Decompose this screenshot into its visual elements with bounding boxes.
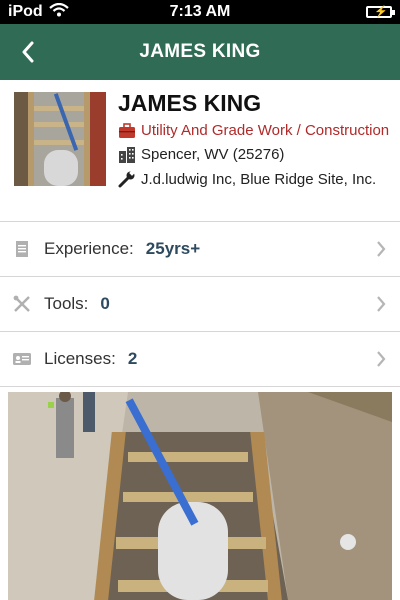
profile-name: JAMES KING [118, 90, 262, 116]
nav-bar: JAMES KING [0, 24, 400, 80]
wifi-icon [48, 2, 69, 22]
battery-icon: ⚡ [366, 6, 395, 18]
licenses-label: Licenses: [44, 349, 116, 368]
document-icon [16, 241, 28, 257]
work-photo[interactable] [8, 392, 392, 600]
tools-row[interactable]: Tools: 0 [0, 277, 400, 332]
status-bar: iPod 7:13 AM ⚡ [0, 0, 400, 24]
licenses-value: 2 [127, 349, 138, 368]
tools-value: 0 [100, 294, 110, 313]
experience-value: 25yrs+ [145, 239, 201, 258]
building-icon [119, 146, 135, 163]
nav-title: JAMES KING [139, 41, 261, 62]
toolbox-icon [119, 122, 135, 138]
experience-label: Experience: [44, 239, 134, 258]
trade-text: Utility And Grade Work / Construction [141, 122, 390, 139]
back-button[interactable] [8, 32, 48, 72]
profile-thumbnail[interactable] [14, 92, 106, 186]
chevron-right-icon [377, 241, 386, 257]
experience-row[interactable]: Experience: 25yrs+ [0, 222, 400, 277]
id-card-icon [13, 353, 31, 365]
location-row: Spencer, WV (25276) [118, 146, 398, 163]
wrench-icon [118, 170, 135, 188]
carrier-label: iPod [8, 3, 43, 20]
location-text: Spencer, WV (25276) [141, 146, 285, 163]
chevron-right-icon [377, 351, 386, 367]
licenses-row[interactable]: Licenses: 2 [0, 332, 400, 387]
employer-row: J.d.ludwig Inc, Blue Ridge Site, Inc. [118, 170, 398, 188]
chevron-right-icon [377, 296, 386, 312]
tools-icon [13, 295, 30, 312]
chevron-left-icon [22, 41, 34, 63]
profile-header: JAMES KING Utility And Grade Work / Cons… [0, 80, 400, 222]
tools-label: Tools: [44, 294, 89, 313]
trade-row: Utility And Grade Work / Construction [118, 122, 398, 139]
employer-text: J.d.ludwig Inc, Blue Ridge Site, Inc. [141, 170, 377, 188]
